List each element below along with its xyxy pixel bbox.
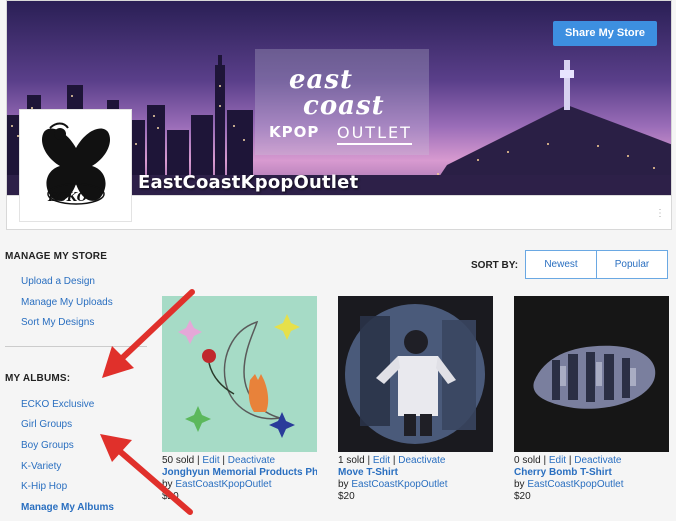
manage-uploads-link[interactable]: Manage My Uploads (21, 297, 113, 308)
product-card: 1 sold | Edit | Deactivate Move T-Shirt … (338, 296, 493, 503)
product-sold-count: 1 sold (338, 455, 365, 466)
seller-link[interactable]: EastCoastKpopOutlet (527, 479, 623, 490)
manage-albums-link[interactable]: Manage My Albums (21, 502, 114, 513)
product-seller: by EastCoastKpopOutlet (162, 479, 317, 491)
product-price: $20 (514, 491, 531, 502)
brand-logo-text-kpop: KPOP (269, 123, 320, 141)
my-albums-heading: MY ALBUMS: (5, 373, 71, 384)
share-my-store-button[interactable]: Share My Store (553, 21, 657, 46)
deactivate-link[interactable]: Deactivate (228, 455, 275, 466)
product-title[interactable]: Jonghyun Memorial Products Ph... (162, 467, 317, 479)
album-link-ecko-exclusive[interactable]: ECKO Exclusive (21, 399, 94, 410)
product-seller: by EastCoastKpopOutlet (338, 479, 493, 491)
by-label: by (338, 479, 349, 490)
deactivate-link[interactable]: Deactivate (574, 455, 621, 466)
product-image[interactable] (338, 296, 493, 452)
product-stats: 1 sold | Edit | Deactivate (338, 455, 446, 466)
brand-logo-text-outlet: OUTLET (337, 123, 412, 145)
sort-newest-button[interactable]: Newest (526, 251, 596, 278)
sort-by-label: SORT BY: (471, 260, 519, 271)
store-avatar[interactable]: ECKO (19, 109, 132, 222)
edit-link[interactable]: Edit (373, 455, 390, 466)
seller-link[interactable]: EastCoastKpopOutlet (351, 479, 447, 490)
album-link-boy-groups[interactable]: Boy Groups (21, 440, 74, 451)
product-sold-count: 0 sold (514, 455, 541, 466)
product-stats: 0 sold | Edit | Deactivate (514, 455, 622, 466)
avatar-logo-text: ECKO (48, 190, 88, 204)
manage-store-heading: MANAGE MY STORE (5, 251, 108, 262)
by-label: by (514, 479, 525, 490)
sidebar-divider (5, 346, 147, 347)
more-options-icon[interactable]: ⋮ (655, 208, 665, 219)
store-name-title: EastCoastKpopOutlet (138, 172, 359, 193)
upload-design-link[interactable]: Upload a Design (21, 276, 95, 287)
brand-logo-text-coast: coast (303, 91, 385, 121)
product-seller: by EastCoastKpopOutlet (514, 479, 669, 491)
product-title[interactable]: Move T-Shirt (338, 467, 493, 479)
edit-link[interactable]: Edit (549, 455, 566, 466)
sort-popular-button[interactable]: Popular (596, 251, 667, 278)
album-link-k-hip-hop[interactable]: K-Hip Hop (21, 481, 67, 492)
butterfly-logo-icon (41, 122, 111, 205)
by-label: by (162, 479, 173, 490)
album-link-girl-groups[interactable]: Girl Groups (21, 419, 72, 430)
product-sold-count: 50 sold (162, 455, 195, 466)
product-card: 50 sold | Edit | Deactivate Jonghyun Mem… (162, 296, 317, 503)
product-image[interactable] (162, 296, 317, 452)
product-price: $20 (338, 491, 355, 502)
product-title[interactable]: Cherry Bomb T-Shirt (514, 467, 669, 479)
album-link-k-variety[interactable]: K-Variety (21, 461, 61, 472)
deactivate-link[interactable]: Deactivate (398, 455, 445, 466)
product-stats: 50 sold | Edit | Deactivate (162, 455, 276, 466)
sort-toggle-group: Newest Popular (525, 250, 668, 279)
product-card: 0 sold | Edit | Deactivate Cherry Bomb T… (514, 296, 669, 503)
product-price: $20 (162, 491, 179, 502)
seller-link[interactable]: EastCoastKpopOutlet (175, 479, 271, 490)
sort-designs-link[interactable]: Sort My Designs (21, 317, 94, 328)
product-image[interactable] (514, 296, 669, 452)
edit-link[interactable]: Edit (202, 455, 219, 466)
